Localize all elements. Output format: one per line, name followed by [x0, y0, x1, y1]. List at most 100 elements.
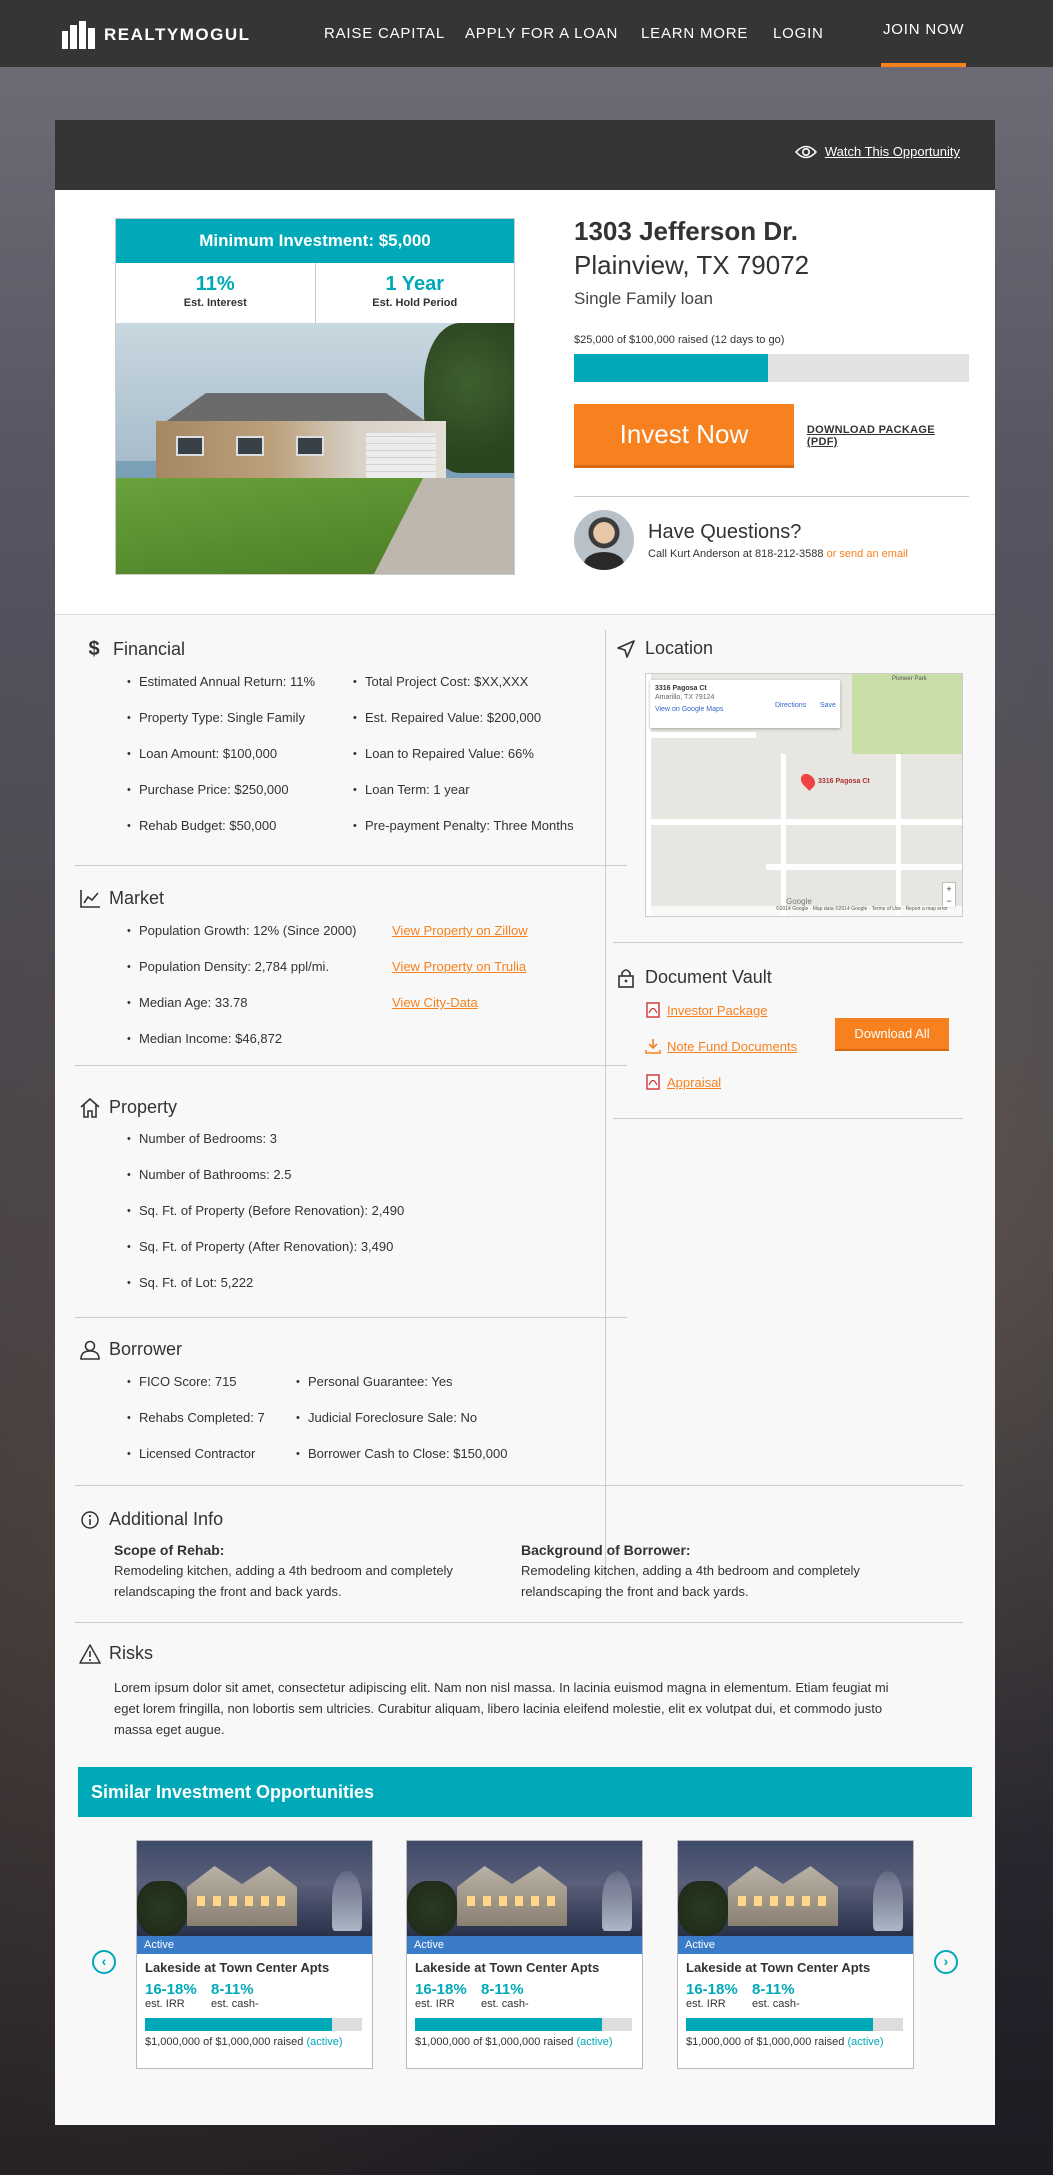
warning-icon — [79, 1643, 101, 1664]
save-button[interactable]: Save — [820, 702, 836, 709]
send-email-link[interactable]: or send an email — [827, 548, 908, 560]
document-vault-heading: Document Vault — [615, 967, 772, 988]
list-item: Personal Guarantee: Yes — [296, 1372, 586, 1408]
chart-icon — [80, 889, 100, 908]
irr-label: est. IRR — [415, 1998, 455, 2010]
background-of-borrower: Background of Borrower: Remodeling kitch… — [521, 1542, 901, 1602]
market-links: View Property on Zillow View Property on… — [392, 921, 622, 1029]
address-line-1: 1303 Jefferson Dr. — [574, 216, 799, 246]
list-item: Rehab Budget: $50,000 — [127, 816, 347, 852]
risks-text: Lorem ipsum dolor sit amet, consectetur … — [114, 1680, 889, 1737]
divider — [75, 1622, 963, 1623]
map-place-sub: Amarillo, TX 79124 — [655, 694, 715, 701]
funding-progress-fill — [574, 354, 768, 382]
background-title: Background of Borrower: — [521, 1542, 691, 1558]
scope-of-rehab: Scope of Rehab: Remodeling kitchen, addi… — [114, 1542, 494, 1602]
list-item: Rehabs Completed: 7 — [127, 1408, 297, 1444]
eye-icon — [794, 145, 817, 158]
contact-phone: Call Kurt Anderson at 818-212-3588 — [648, 547, 824, 560]
stat-hold: 1 Year Est. Hold Period — [316, 263, 515, 323]
opportunity-raised: $1,000,000 of $1,000,000 raised (active) — [145, 2036, 343, 2048]
list-item: Sq. Ft. of Lot: 5,222 — [127, 1273, 547, 1309]
trulia-link[interactable]: View Property on Trulia — [392, 959, 526, 974]
questions-text: Call Kurt Anderson at 818-212-3588 or se… — [648, 548, 908, 560]
investment-stats: 11% Est. Interest 1 Year Est. Hold Perio… — [116, 263, 514, 323]
property-heading: Property — [79, 1097, 177, 1118]
list-item: Licensed Contractor — [127, 1444, 297, 1480]
hero-section: Minimum Investment: $5,000 11% Est. Inte… — [55, 190, 995, 615]
nav-learn-more[interactable]: LEARN MORE — [641, 0, 748, 67]
buildings-logo-icon — [62, 21, 95, 49]
google-maps-link[interactable]: View on Google Maps — [655, 706, 835, 713]
invest-actions: Invest Now DOWNLOAD PACKAGE (PDF) — [574, 404, 969, 468]
status-badge: Active — [137, 1936, 372, 1954]
list-item: Pre-payment Penalty: Three Months — [353, 816, 623, 852]
divider — [75, 865, 627, 866]
interest-value: 11% — [195, 273, 235, 295]
cash-label: est. cash- — [752, 1998, 800, 2010]
nav-login[interactable]: LOGIN — [773, 0, 824, 67]
download-package-link[interactable]: DOWNLOAD PACKAGE (PDF) — [807, 424, 969, 448]
loan-type: Single Family loan — [574, 289, 713, 308]
nav-join-now[interactable]: JOIN NOW — [881, 0, 967, 67]
opportunity-card[interactable]: Active Lakeside at Town Center Apts 16-1… — [136, 1840, 373, 2069]
stat-interest: 11% Est. Interest — [116, 263, 316, 323]
list-item: Loan Term: 1 year — [353, 780, 623, 816]
pdf-icon — [646, 1002, 660, 1018]
opportunity-progress-fill — [145, 2018, 332, 2031]
borrower-list-left: FICO Score: 715 Rehabs Completed: 7 Lice… — [127, 1372, 297, 1480]
location-map[interactable]: Pioneer Park 3316 Pagosa Ct Amarillo, TX… — [645, 673, 963, 917]
scope-title: Scope of Rehab: — [114, 1542, 225, 1558]
investment-summary-box: Minimum Investment: $5,000 11% Est. Inte… — [115, 218, 515, 575]
borrower-heading: Borrower — [79, 1339, 182, 1360]
investor-package-link[interactable]: Investor Package — [667, 1003, 767, 1018]
list-item: Sq. Ft. of Property (After Renovation): … — [127, 1237, 547, 1273]
list-item: Total Project Cost: $XX,XXX — [353, 672, 623, 708]
map-park-label: Pioneer Park — [892, 676, 927, 682]
minimum-investment: Minimum Investment: $5,000 — [116, 219, 514, 263]
zillow-link[interactable]: View Property on Zillow — [392, 923, 528, 938]
opportunity-progress-bar — [686, 2018, 903, 2031]
map-footer: ©2014 Google · Map data ©2014 Google · T… — [646, 906, 962, 916]
list-item: Median Age: 33.78 — [127, 993, 387, 1029]
logo[interactable]: REALTYMOGUL — [62, 21, 251, 49]
appraisal-link[interactable]: Appraisal — [667, 1075, 721, 1090]
download-all-button[interactable]: Download All — [835, 1018, 949, 1051]
contact-section: Have Questions? Call Kurt Anderson at 81… — [574, 510, 969, 570]
watch-label: Watch This Opportunity — [824, 144, 960, 159]
irr-value: 16-18% — [145, 1981, 197, 1998]
house-icon — [80, 1097, 100, 1118]
pdf-icon — [646, 1074, 660, 1090]
list-item: Number of Bedrooms: 3 — [127, 1129, 547, 1165]
directions-button[interactable]: Directions — [775, 702, 806, 709]
hold-value: 1 Year — [385, 273, 445, 295]
interest-label: Est. Interest — [183, 297, 247, 309]
carousel-prev-button[interactable]: ‹ — [92, 1950, 116, 1974]
list-item: Population Density: 2,784 ppl/mi. — [127, 957, 387, 993]
document-list: Investor Package Note Fund Documents App… — [645, 992, 845, 1100]
financial-heading: $ Financial — [83, 638, 185, 661]
opportunity-card[interactable]: Active Lakeside at Town Center Apts 16-1… — [677, 1840, 914, 2069]
city-data-link[interactable]: View City-Data — [392, 995, 478, 1010]
opportunity-name: Lakeside at Town Center Apts — [145, 1960, 330, 1975]
background-text: Remodeling kitchen, adding a 4th bedroom… — [521, 1563, 860, 1599]
invest-now-button[interactable]: Invest Now — [574, 404, 794, 468]
hold-label: Est. Hold Period — [372, 297, 458, 309]
list-item: Number of Bathrooms: 2.5 — [127, 1165, 547, 1201]
nav-apply-loan[interactable]: APPLY FOR A LOAN — [465, 0, 618, 67]
note-fund-documents-link[interactable]: Note Fund Documents — [667, 1039, 797, 1054]
opportunity-progress-bar — [415, 2018, 632, 2031]
nav-raise-capital[interactable]: RAISE CAPITAL — [324, 0, 445, 67]
dollar-icon: $ — [88, 638, 100, 660]
irr-value: 16-18% — [415, 1981, 467, 1998]
list-item: Loan to Repaired Value: 66% — [353, 744, 623, 780]
map-zoom-control[interactable]: + − — [942, 882, 956, 908]
opportunity-card[interactable]: Active Lakeside at Town Center Apts 16-1… — [406, 1840, 643, 2069]
lock-icon — [618, 968, 634, 988]
carousel-next-button[interactable]: › — [934, 1950, 958, 1974]
watch-opportunity-link[interactable]: Watch This Opportunity — [794, 144, 960, 159]
questions-title: Have Questions? — [648, 520, 802, 543]
irr-label: est. IRR — [686, 1998, 726, 2010]
list-item: Property Type: Single Family — [127, 708, 347, 744]
divider — [613, 942, 963, 943]
